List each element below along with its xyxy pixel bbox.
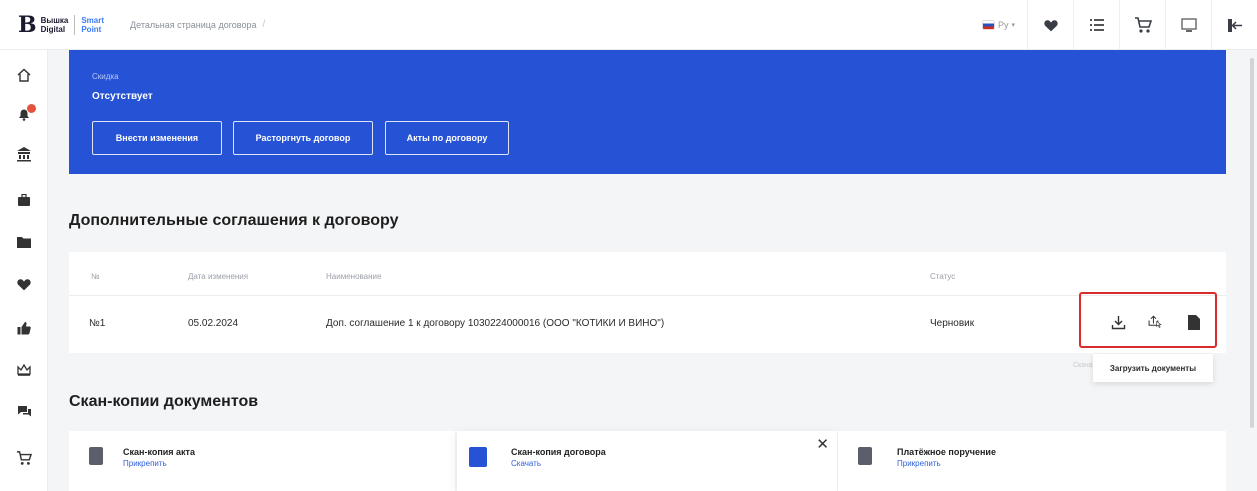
- column-date: Дата изменения: [188, 272, 249, 281]
- sidebar-item-bank[interactable]: [0, 140, 48, 168]
- scan-card-payment-order[interactable]: Платёжное поручение Прикрепить: [838, 431, 1226, 491]
- sidebar-item-notifications[interactable]: [0, 100, 48, 128]
- top-bar: B Вышка Digital Smart Point Детальная ст…: [0, 0, 1257, 50]
- row-date: 05.02.2024: [188, 318, 239, 329]
- scan-card-title: Скан-копия акта: [123, 447, 195, 457]
- breadcrumb-separator: /: [262, 19, 266, 30]
- monitor-icon: [1180, 17, 1197, 32]
- column-name: Наименование: [326, 272, 382, 281]
- notification-badge: [27, 104, 36, 113]
- scan-card-act[interactable]: Скан-копия акта Прикрепить: [69, 431, 455, 491]
- sidebar-item-home[interactable]: [0, 61, 48, 89]
- scan-card-title: Платёжное поручение: [897, 447, 996, 457]
- briefcase-icon: [18, 193, 30, 206]
- scans-title: Скан-копии документов: [69, 393, 259, 410]
- logo-divider: [74, 14, 76, 35]
- pdf-file-icon: [469, 447, 487, 467]
- logout-button[interactable]: [1211, 0, 1257, 50]
- terminate-contract-button[interactable]: Расторгнуть договор: [233, 121, 373, 155]
- logo-subtext: Smart Point: [81, 15, 105, 34]
- list-icon: [1089, 19, 1104, 31]
- sidebar-item-briefcase[interactable]: [0, 186, 48, 214]
- logo-mark: B: [18, 11, 37, 38]
- list-button[interactable]: [1073, 0, 1119, 50]
- agreements-title: Дополнительные соглашения к договору: [69, 212, 399, 229]
- breadcrumb[interactable]: Детальная страница договора: [130, 20, 256, 30]
- edit-contract-button[interactable]: Внести изменения: [92, 121, 222, 155]
- language-selector[interactable]: Ру ▾: [982, 20, 1015, 30]
- tooltip-faint: Скача: [1073, 362, 1093, 369]
- heart-icon: [17, 278, 31, 290]
- logo[interactable]: B Вышка Digital Smart Point: [18, 14, 104, 36]
- close-icon[interactable]: ✕: [816, 435, 829, 453]
- top-actions: Ру ▾: [982, 0, 1257, 50]
- document-icon: [858, 447, 872, 465]
- sidebar-item-favorites[interactable]: [0, 270, 48, 298]
- document-icon: [1188, 314, 1200, 330]
- download-button[interactable]: [1110, 313, 1126, 331]
- agreements-table: № Дата изменения Наименование Статус №1 …: [69, 252, 1226, 353]
- cart-icon: [16, 450, 32, 465]
- attach-link[interactable]: Прикрепить: [897, 459, 941, 468]
- sidebar-item-folder[interactable]: [0, 228, 48, 256]
- scan-card-title: Скан-копия договора: [511, 447, 606, 457]
- scan-card-contract[interactable]: Скан-копия договора Скачать ✕: [457, 431, 837, 491]
- scrollbar[interactable]: [1250, 58, 1254, 428]
- home-icon: [17, 68, 31, 82]
- logo-text: Вышка Digital: [40, 15, 69, 34]
- row-status: Черновик: [930, 318, 975, 329]
- thumbs-up-icon: [17, 322, 31, 335]
- logout-icon: [1227, 18, 1242, 32]
- download-icon: [1111, 315, 1125, 329]
- bank-icon: [17, 147, 31, 162]
- upload-tooltip: Загрузить документы: [1093, 354, 1213, 382]
- row-name: Доп. соглашение 1 к договору 10302240000…: [326, 318, 665, 329]
- row-number: №1: [89, 318, 106, 329]
- folder-icon: [17, 237, 31, 248]
- column-status: Статус: [930, 272, 956, 281]
- sidebar-item-cart[interactable]: [0, 444, 48, 472]
- favorites-button[interactable]: [1027, 0, 1073, 50]
- chat-icon: [17, 406, 31, 417]
- upload-icon: [1148, 315, 1162, 328]
- discount-label: Скидка: [92, 72, 119, 81]
- flag-ru-icon: [982, 21, 994, 29]
- crown-icon: [17, 364, 31, 376]
- cart-button[interactable]: [1119, 0, 1165, 50]
- sidebar-item-messages[interactable]: [0, 398, 48, 426]
- sidebar: [0, 50, 48, 491]
- download-link[interactable]: Скачать: [511, 459, 541, 468]
- cart-icon: [1134, 16, 1152, 33]
- contract-summary-card: Скидка Отсутствует Внести изменения Раст…: [69, 50, 1226, 174]
- column-number: №: [91, 272, 100, 281]
- monitor-button[interactable]: [1165, 0, 1211, 50]
- language-label: Ру: [997, 20, 1009, 30]
- sidebar-item-likes[interactable]: [0, 314, 48, 342]
- table-divider: [69, 295, 1226, 296]
- chevron-down-icon: ▾: [1011, 22, 1015, 29]
- document-icon: [89, 447, 103, 465]
- discount-value: Отсутствует: [92, 91, 153, 102]
- upload-documents-button[interactable]: [1148, 313, 1164, 331]
- attach-link[interactable]: Прикрепить: [123, 459, 167, 468]
- contract-acts-button[interactable]: Акты по договору: [385, 121, 509, 155]
- document-button[interactable]: [1186, 313, 1202, 331]
- heart-icon: [1043, 19, 1058, 31]
- sidebar-item-crown[interactable]: [0, 356, 48, 384]
